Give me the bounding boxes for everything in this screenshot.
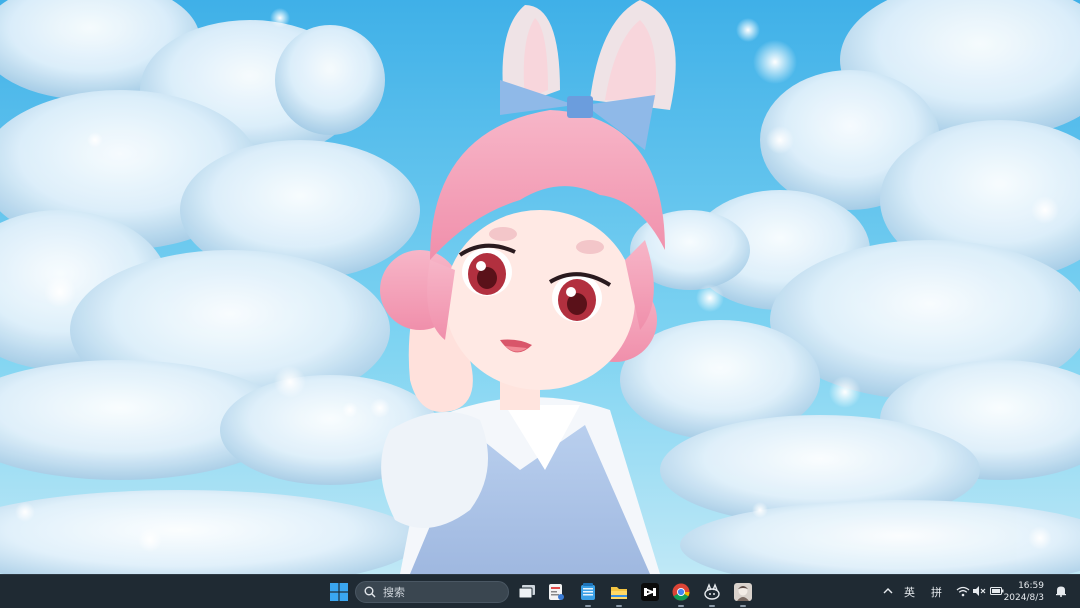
notifications-button[interactable] xyxy=(1054,584,1068,598)
task-view-button[interactable] xyxy=(514,579,540,605)
running-indicator xyxy=(585,605,591,607)
desktop-wallpaper xyxy=(0,0,1080,574)
start-button[interactable] xyxy=(326,579,352,605)
pet-app-icon xyxy=(704,583,720,600)
running-indicator xyxy=(678,605,684,607)
clock-date: 2024/8/3 xyxy=(1003,593,1044,603)
avatar-app-icon xyxy=(734,583,752,601)
notes-app-icon xyxy=(549,584,564,600)
ime-mode-button[interactable]: 拼 xyxy=(931,584,942,600)
pinned-app-avatar[interactable] xyxy=(730,579,756,607)
running-indicator xyxy=(709,605,715,607)
notification-bell-icon xyxy=(1056,586,1066,597)
clock-button[interactable]: 16:59 2024/8/3 xyxy=(1004,580,1044,604)
wifi-icon xyxy=(956,586,970,596)
running-indicator xyxy=(740,605,746,607)
pinned-app-capcut[interactable] xyxy=(637,579,663,605)
volume-muted-icon xyxy=(973,586,986,596)
taskbar: 英 拼 16:59 2024/8/3 xyxy=(0,574,1080,608)
clock-time: 16:59 xyxy=(1018,581,1044,591)
pinned-app-chrome[interactable] xyxy=(668,579,694,607)
input-language-button[interactable]: 英 xyxy=(904,584,915,600)
chevron-up-icon xyxy=(883,588,893,594)
chrome-icon xyxy=(672,583,690,601)
pinned-app-pet[interactable] xyxy=(699,579,725,607)
battery-button[interactable] xyxy=(990,584,1004,598)
capcut-icon xyxy=(641,583,659,601)
windows-logo-icon xyxy=(330,583,348,601)
show-hidden-icons-button[interactable] xyxy=(881,584,895,598)
search-input[interactable] xyxy=(381,584,495,600)
taskbar-search[interactable] xyxy=(355,581,509,603)
pinned-app-notes[interactable] xyxy=(543,579,569,605)
notepad-icon xyxy=(581,583,595,600)
search-icon xyxy=(364,586,376,598)
battery-charging-icon xyxy=(990,587,1004,595)
pinned-app-file-explorer[interactable] xyxy=(606,579,632,607)
pinned-app-notepad[interactable] xyxy=(575,579,601,607)
volume-button[interactable] xyxy=(972,584,986,598)
network-button[interactable] xyxy=(956,584,970,598)
task-view-icon xyxy=(518,585,535,599)
running-indicator xyxy=(616,605,622,607)
folder-icon xyxy=(611,587,627,599)
